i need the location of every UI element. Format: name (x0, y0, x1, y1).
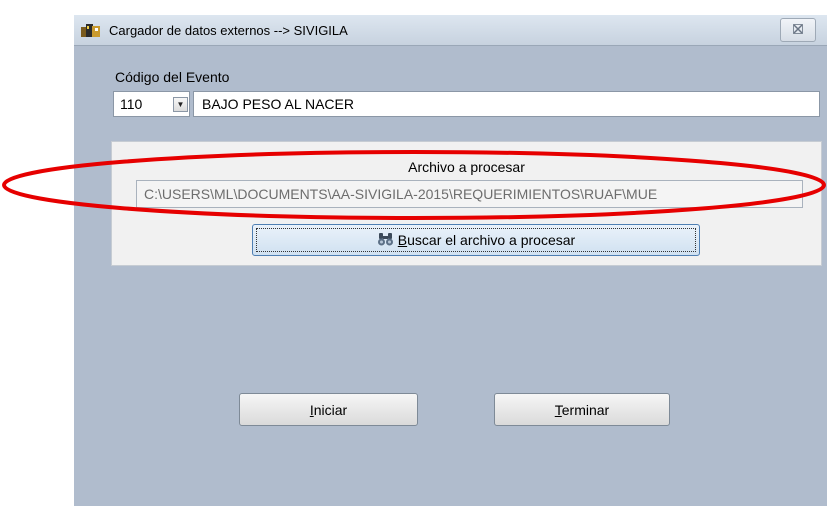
red-highlight-ellipse (2, 150, 826, 220)
